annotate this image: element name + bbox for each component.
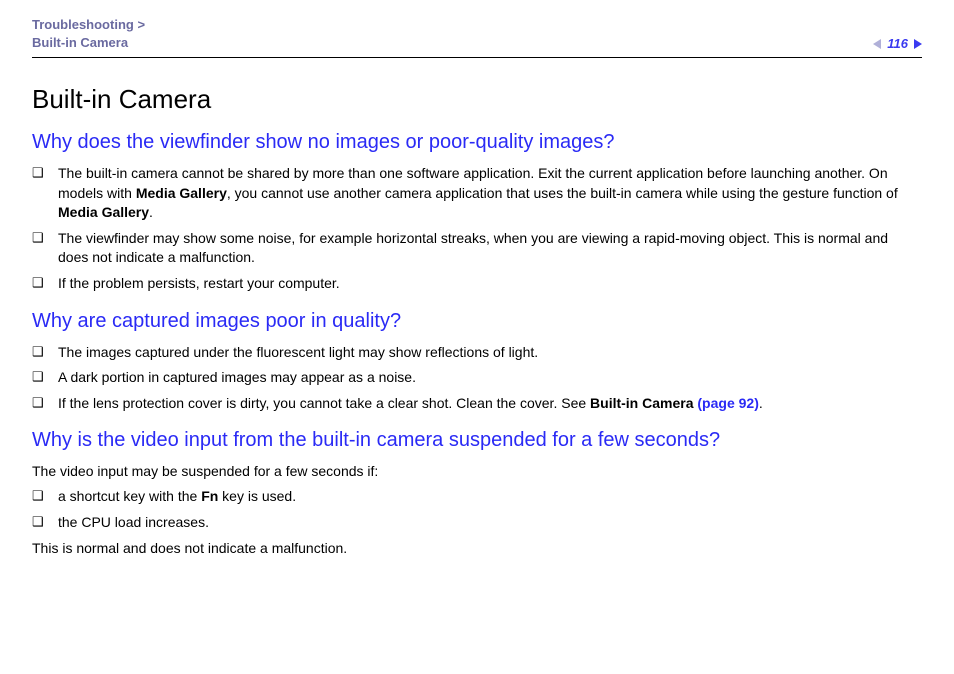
list-item: A dark portion in captured images may ap… bbox=[32, 368, 922, 388]
breadcrumb-parent: Troubleshooting bbox=[32, 17, 134, 32]
list-item: If the problem persists, restart your co… bbox=[32, 274, 922, 294]
prev-page-icon[interactable] bbox=[873, 39, 881, 49]
section-heading: Why are captured images poor in quality? bbox=[32, 310, 922, 333]
section-heading: Why is the video input from the built-in… bbox=[32, 429, 922, 452]
bold-text: Fn bbox=[201, 488, 218, 504]
text: a shortcut key with the bbox=[58, 488, 201, 504]
text: , you cannot use another camera applicat… bbox=[227, 185, 898, 201]
list-item: The built-in camera cannot be shared by … bbox=[32, 164, 922, 223]
bullet-list: a shortcut key with the Fn key is used. … bbox=[32, 487, 922, 532]
content-body: Built-in Camera Why does the viewfinder … bbox=[32, 58, 922, 557]
breadcrumb-sep: > bbox=[137, 17, 145, 32]
bold-text: Media Gallery bbox=[136, 185, 227, 201]
text: A dark portion in captured images may ap… bbox=[58, 369, 416, 385]
page-root: Troubleshooting > Built-in Camera 116 Bu… bbox=[0, 0, 954, 557]
page-nav: 116 bbox=[873, 36, 922, 51]
list-item: The viewfinder may show some noise, for … bbox=[32, 229, 922, 268]
text: If the lens protection cover is dirty, y… bbox=[58, 395, 590, 411]
next-page-icon[interactable] bbox=[914, 39, 922, 49]
text: If the problem persists, restart your co… bbox=[58, 275, 340, 291]
text: . bbox=[149, 204, 153, 220]
text: the CPU load increases. bbox=[58, 514, 209, 530]
bullet-list: The images captured under the fluorescen… bbox=[32, 343, 922, 414]
text: The viewfinder may show some noise, for … bbox=[58, 230, 888, 266]
text: The images captured under the fluorescen… bbox=[58, 344, 538, 360]
list-item: a shortcut key with the Fn key is used. bbox=[32, 487, 922, 507]
bold-text: Media Gallery bbox=[58, 204, 149, 220]
header-row: Troubleshooting > Built-in Camera 116 bbox=[32, 16, 922, 58]
text: . bbox=[759, 395, 763, 411]
list-item: If the lens protection cover is dirty, y… bbox=[32, 394, 922, 414]
bullet-list: The built-in camera cannot be shared by … bbox=[32, 164, 922, 294]
bold-text: Built-in Camera bbox=[590, 395, 697, 411]
section-heading: Why does the viewfinder show no images o… bbox=[32, 131, 922, 154]
list-item: the CPU load increases. bbox=[32, 513, 922, 533]
outro-text: This is normal and does not indicate a m… bbox=[32, 539, 922, 558]
page-title: Built-in Camera bbox=[32, 84, 922, 115]
intro-text: The video input may be suspended for a f… bbox=[32, 462, 922, 481]
breadcrumb-current: Built-in Camera bbox=[32, 35, 128, 50]
page-link[interactable]: (page 92) bbox=[697, 395, 758, 411]
page-number: 116 bbox=[887, 36, 908, 51]
list-item: The images captured under the fluorescen… bbox=[32, 343, 922, 363]
breadcrumb: Troubleshooting > Built-in Camera bbox=[32, 16, 145, 51]
text: key is used. bbox=[218, 488, 296, 504]
